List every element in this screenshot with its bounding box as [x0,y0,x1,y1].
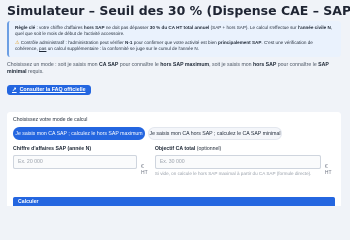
ca-total-unit: € HT [324,164,332,176]
field-ca-sap: Chiffre d'affaires SAP (année N) Ex. 20 … [13,146,150,177]
ca-sap-label: Chiffre d'affaires SAP (année N) [13,146,92,152]
mode-intro-text: Choisissez un mode : soit je saisis mon … [7,62,329,75]
mode-sap-button[interactable]: Je saisis mon CA SAP ; calculez le hors … [13,127,145,140]
ca-total-label: Objectif CA total (optionnel) [154,146,222,152]
ca-sap-unit: € HT [141,164,148,176]
calculate-button[interactable]: Calculer [13,197,335,206]
ca-sap-input[interactable]: Ex. 20 000 [13,155,137,169]
mode-hors-sap-button[interactable]: Je saisis mon CA hors SAP ; calculez le … [148,127,282,140]
external-link-icon: ↗ [12,86,17,93]
input-fields: Chiffre d'affaires SAP (année N) Ex. 20 … [13,146,335,177]
mode-toggle: Je saisis mon CA SAP ; calculez le hors … [13,127,335,140]
calculator-card: Choisissez votre mode de calcul Je saisi… [7,112,341,206]
field-ca-total: Objectif CA total (optionnel) Ex. 30 000… [154,146,335,177]
faq-button-label: Consulter la FAQ officielle [19,86,86,93]
rule-hint-box: Règle clé : votre chiffre d'affaires hor… [7,21,341,57]
mode-label: Choisissez votre mode de calcul [13,117,88,123]
key-rule-text: Règle clé : votre chiffre d'affaires hor… [15,25,333,36]
faq-button[interactable]: ↗ Consulter la FAQ officielle [7,84,91,95]
ca-total-help: Si vide, on calcule le hors SAP maximal … [154,171,312,176]
page-title: Simulateur – Seuil des 30 % (Dispense CA… [7,3,350,18]
admin-control-text: ⚠ Contrôle administratif : l'administrat… [15,39,313,52]
ca-total-input[interactable]: Ex. 30 000 [154,155,321,169]
